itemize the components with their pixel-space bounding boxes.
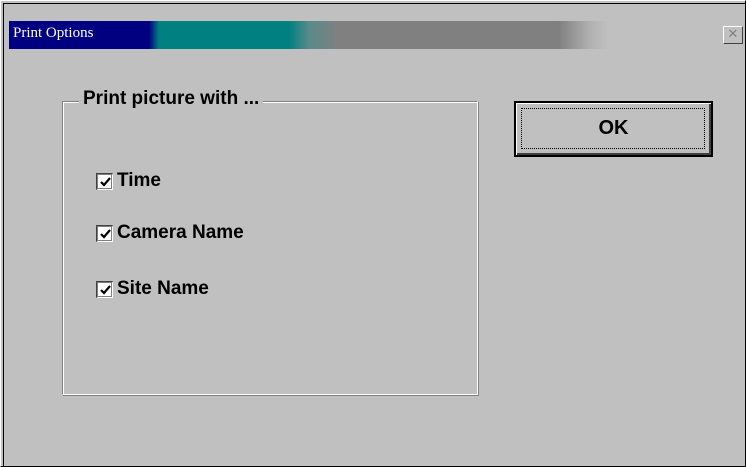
close-button[interactable]: ✕ bbox=[723, 26, 743, 44]
site-name-checkbox[interactable] bbox=[96, 280, 113, 298]
dialog-title: Print Options bbox=[13, 25, 94, 41]
camera-name-label: Camera Name bbox=[117, 222, 244, 243]
site-name-label: Site Name bbox=[117, 278, 209, 299]
time-label: Time bbox=[117, 170, 162, 191]
camera-name-checkbox[interactable] bbox=[96, 224, 113, 242]
ok-button[interactable]: OK bbox=[514, 101, 713, 157]
title-bar[interactable]: Print Options ✕ bbox=[9, 21, 745, 49]
print-picture-group: Print picture with ... Time Camera Name bbox=[62, 88, 478, 395]
option-site-name[interactable]: Site Name bbox=[96, 277, 209, 301]
checkmark-icon bbox=[100, 176, 111, 187]
ok-label: OK bbox=[598, 117, 629, 139]
checkmark-icon bbox=[100, 284, 111, 295]
print-options-dialog: Print Options ✕ Print picture with ... T… bbox=[0, 0, 746, 467]
time-checkbox[interactable] bbox=[96, 172, 113, 190]
close-icon: ✕ bbox=[727, 27, 739, 42]
checkmark-icon bbox=[100, 228, 111, 239]
option-camera-name[interactable]: Camera Name bbox=[96, 221, 244, 245]
group-label: Print picture with ... bbox=[79, 88, 264, 110]
option-time[interactable]: Time bbox=[96, 169, 161, 193]
